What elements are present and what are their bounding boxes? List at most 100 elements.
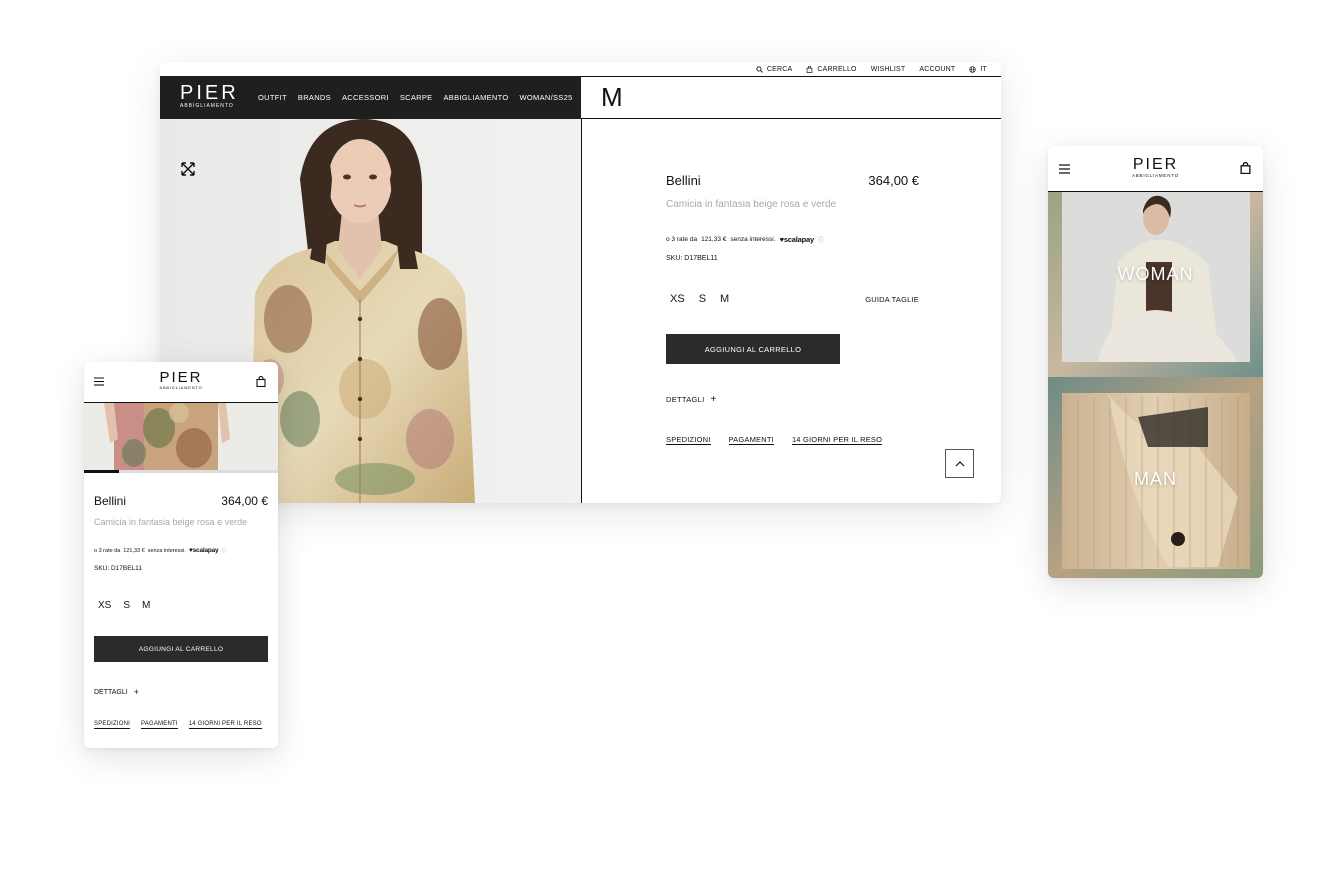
details-toggle[interactable]: DETTAGLI + [94,687,139,697]
globe-icon [969,65,977,73]
logo-tagline: ABBIGLIAMENTO [180,103,234,109]
wishlist-link[interactable]: WISHLIST [871,66,906,73]
size-option-xs[interactable]: XS [670,293,685,305]
expand-icon[interactable] [180,161,196,177]
plus-icon: + [710,394,717,405]
logo-name: PIER [159,369,203,386]
add-to-cart-button[interactable]: AGGIUNGI AL CARRELLO [94,636,268,662]
installment-amount: 121,33 € [701,236,727,243]
product-price: 364,00 € [868,173,919,188]
search-label: CERCA [766,65,793,73]
logo-tagline: ABBIGLIAMENTO [1131,173,1180,178]
link-reso[interactable]: 14 GIORNI PER IL RESO [188,721,262,729]
language-selector[interactable]: IT [969,66,987,73]
link-spedizioni[interactable]: SPEDIZIONI [94,721,131,729]
nav-woman-ss25[interactable]: WOMAN/SS25 [520,93,573,102]
mobile-product-image[interactable] [84,403,278,472]
nav-accessori[interactable]: ACCESSORI [342,93,389,102]
product-description: Camicia in fantasia beige rosa e verde [94,517,248,527]
size-selector: XS S M [98,600,150,611]
info-links: SPEDIZIONI PAGAMENTI 14 GIORNI PER IL RESO [666,433,906,447]
product-price: 364,00 € [221,494,268,508]
nav-scarpe[interactable]: SCARPE [400,93,433,102]
nav-brands[interactable]: BRANDS [298,93,331,102]
bag-icon[interactable] [256,376,266,387]
installment-info: o 3 rate da 121,33 € senza interessi. ♥s… [94,547,227,554]
link-pagamenti[interactable]: PAGAMENTI [141,721,178,729]
add-to-cart-button[interactable]: AGGIUNGI AL CARRELLO [666,334,840,364]
details-toggle[interactable]: DETTAGLI + [666,394,717,405]
details-label: DETTAGLI [94,688,128,696]
cart-label: CARRELLO [817,65,857,73]
stage: CERCA CARRELLO WISHLIST ACCOUNT IT PIER … [0,0,1344,884]
desktop-window: CERCA CARRELLO WISHLIST ACCOUNT IT PIER … [160,62,1001,503]
back-to-top-button[interactable] [945,449,974,478]
installment-info: o 3 rate da 121,33 € senza interessi. ♥s… [666,235,824,244]
link-spedizioni[interactable]: SPEDIZIONI [666,435,711,445]
category-label-man: MAN [1134,469,1177,489]
plus-icon: + [133,687,139,697]
mobile-home-header: PIER ABBIGLIAMENTO [1048,146,1263,192]
details-label: DETTAGLI [666,395,705,404]
category-tile-woman[interactable]: WOMAN [1048,192,1263,377]
main-nav: OUTFIT BRANDS ACCESSORI SCARPE ABBIGLIAM… [258,93,573,102]
logo-tagline: ABBIGLIAMENTO [159,385,203,390]
size-option-m[interactable]: M [720,293,729,305]
mobile-logo[interactable]: PIER ABBIGLIAMENTO [84,370,278,390]
scalapay-logo: ♥scalapay [779,235,815,244]
gallery-progress-fill [84,470,119,473]
size-option-m[interactable]: M [142,600,150,611]
bag-icon [807,65,813,73]
bag-icon[interactable] [1240,162,1251,174]
mobile-product-window: PIER ABBIGLIAMENTO Bellini 364,00 € Cami… [84,362,278,748]
chevron-up-icon [955,460,964,466]
mobile-home-logo[interactable]: PIER ABBIGLIAMENTO [1048,156,1263,179]
account-label: ACCOUNT [919,65,956,73]
info-icon[interactable]: ⓘ [818,235,824,244]
scalapay-label: scalapay [192,547,219,554]
product-name: Bellini [666,173,701,188]
language-label: IT [980,65,987,73]
product-sku: SKU: D17BEL11 [94,565,142,572]
category-tile-man[interactable]: MAN [1048,377,1263,578]
cart-link[interactable]: CARRELLO [806,65,857,73]
installment-amount: 121,33 € [123,547,145,554]
nav-abbigliamento[interactable]: ABBIGLIAMENTO [444,93,509,102]
logo-name: PIER [180,82,239,104]
category-label-woman: WOMAN [1117,264,1194,284]
product-description: Camicia in fantasia beige rosa e verde [666,199,837,210]
wishlist-label: WISHLIST [870,65,906,73]
product-sku: SKU: D17BEL11 [666,255,718,262]
link-reso[interactable]: 14 GIORNI PER IL RESO [791,435,883,445]
brand-initial: M [601,82,623,112]
scalapay-label: scalapay [783,235,814,244]
logo[interactable]: PIER ABBIGLIAMENTO [180,83,239,109]
link-pagamenti[interactable]: PAGAMENTI [728,435,774,445]
installment-text: o 3 rate da [666,236,698,243]
logo-name: PIER [1132,156,1179,173]
account-link[interactable]: ACCOUNT [919,66,955,73]
installment-suffix: senza interessi. [147,547,186,554]
search-link[interactable]: CERCA [756,66,793,73]
model-crop-photo [84,403,278,472]
brand-header: M [581,76,1001,119]
product-name: Bellini [94,494,127,508]
utility-bar: CERCA CARRELLO WISHLIST ACCOUNT IT [160,62,1001,76]
installment-suffix: senza interessi. [730,236,776,243]
info-icon[interactable]: ⓘ [221,547,226,554]
mobile-header: PIER ABBIGLIAMENTO [84,362,278,403]
installment-text: o 3 rate da [94,547,121,554]
gallery-progress [84,470,278,473]
size-option-s[interactable]: S [123,600,130,611]
scalapay-logo: ♥scalapay [188,547,219,554]
product-info: Bellini 364,00 € Camicia in fantasia bei… [582,119,1001,503]
size-option-s[interactable]: S [699,293,706,305]
info-links: SPEDIZIONI PAGAMENTI 14 GIORNI PER IL RE… [94,721,262,729]
size-guide-link[interactable]: GUIDA TAGLIE [865,295,919,304]
search-icon [756,65,763,73]
size-selector: XS S M [670,293,729,305]
mobile-home-window: PIER ABBIGLIAMENTO WOMAN MAN [1048,146,1263,578]
main-header: PIER ABBIGLIAMENTO OUTFIT BRANDS ACCESSO… [160,76,581,119]
nav-outfit[interactable]: OUTFIT [258,93,287,102]
size-option-xs[interactable]: XS [98,600,111,611]
